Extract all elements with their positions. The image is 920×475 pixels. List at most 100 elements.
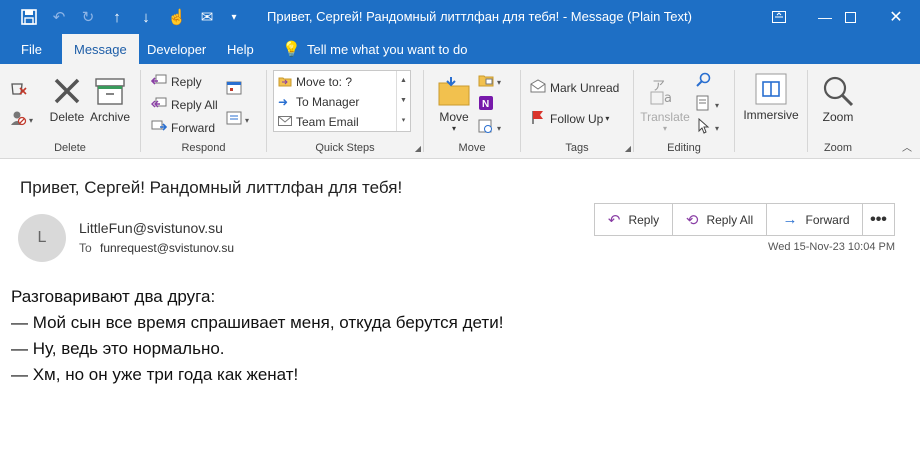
reply-all-button[interactable]: Reply All — [150, 96, 218, 113]
rules-icon[interactable]: ▾ — [478, 72, 504, 88]
sender-address[interactable]: LittleFun@svistunov.su — [79, 220, 223, 236]
recipient-address[interactable]: funrequest@svistunov.su — [100, 241, 234, 255]
tab-file[interactable]: File — [21, 34, 42, 64]
touch-mode-icon[interactable]: ☝ — [163, 0, 191, 34]
reply-all-arrow-icon: ⟲ — [685, 211, 699, 229]
junk-icon[interactable]: ▾ — [10, 110, 36, 126]
find-icon[interactable] — [696, 72, 712, 88]
translate-icon: アa — [650, 72, 680, 110]
mark-unread-button[interactable]: Mark Unread — [529, 79, 619, 96]
move-to-icon — [278, 75, 296, 90]
delete-group-label: Delete — [54, 142, 86, 154]
select-icon[interactable]: ▾ — [696, 118, 722, 134]
window-title: Привет, Сергей! Рандомный литтлфан для т… — [267, 9, 692, 24]
zoom-button[interactable]: Zoom — [816, 72, 860, 124]
quick-step-to-manager[interactable]: ➜ To Manager — [274, 92, 396, 112]
quick-step-move-to[interactable]: Move to: ? — [274, 72, 396, 92]
respond-group-label: Respond — [181, 142, 226, 154]
delete-button[interactable]: Delete — [49, 72, 85, 124]
immersive-reader-button[interactable]: Immersive — [741, 70, 801, 122]
zoom-group-label: Zoom — [823, 142, 853, 154]
chevron-down-icon: ▾ — [605, 114, 610, 123]
archive-button[interactable]: Archive — [89, 72, 131, 124]
editing-group-label: Editing — [667, 142, 701, 154]
quick-step-team-email[interactable]: Team Email — [274, 112, 396, 132]
meeting-reply-icon[interactable] — [226, 80, 244, 96]
immersive-reader-icon — [755, 70, 787, 108]
body-line: — Мой сын все время спрашивает меня, отк… — [11, 313, 504, 332]
tab-help[interactable]: Help — [227, 34, 254, 64]
down-arrow-icon[interactable]: ↓ — [132, 0, 160, 34]
forward-icon — [150, 119, 168, 136]
delete-group: ▾ Delete Archive Delete — [0, 66, 140, 157]
mark-unread-icon — [529, 79, 547, 96]
lightbulb-icon: 💡 — [282, 41, 301, 58]
ignore-icon[interactable] — [10, 80, 28, 96]
translate-button[interactable]: アa Translate ▾ — [640, 72, 690, 133]
chevron-down-icon: ▾ — [451, 124, 456, 133]
close-button[interactable]: ✕ — [873, 0, 919, 34]
up-arrow-icon[interactable]: ↑ — [103, 0, 131, 34]
forward-arrow-icon: → — [782, 211, 798, 228]
reply-all-action-button[interactable]: ⟲ Reply All — [673, 204, 767, 235]
reply-action-button[interactable]: ↶ Reply — [595, 204, 673, 235]
delete-icon — [51, 72, 83, 110]
svg-text:▾: ▾ — [245, 116, 249, 125]
tab-message[interactable]: Message — [62, 34, 139, 64]
customize-qat-icon[interactable]: ▾ — [220, 0, 248, 34]
gallery-expand-icon[interactable]: ▾ — [397, 111, 410, 131]
gallery-scrollbar[interactable]: ▲ ▼ ▾ — [396, 71, 410, 131]
reply-arrow-icon: ↶ — [607, 211, 621, 229]
forward-action-button[interactable]: → Forward — [767, 204, 865, 235]
immersive-label: Immersive — [743, 108, 799, 122]
archive-label: Archive — [89, 110, 130, 124]
reply-button[interactable]: Reply — [150, 73, 202, 90]
envelope-icon — [278, 115, 296, 129]
tab-developer[interactable]: Developer — [147, 34, 206, 64]
reply-all-action-label: Reply All — [706, 212, 754, 227]
reply-action-label: Reply — [628, 212, 660, 227]
zoom-group: Zoom Zoom — [808, 66, 868, 157]
related-icon[interactable]: ▾ — [696, 95, 722, 111]
message-body[interactable]: Разговаривают два друга: — Мой сын все в… — [11, 284, 503, 388]
scroll-up-icon[interactable]: ▲ — [397, 71, 410, 91]
archive-icon — [94, 72, 126, 110]
quick-steps-group: Move to: ? ➜ To Manager Team Email ▲ ▼ ▾… — [267, 66, 423, 157]
mark-unread-label: Mark Unread — [550, 80, 620, 95]
immersive-group: Immersive — [735, 66, 807, 157]
scroll-down-icon[interactable]: ▼ — [397, 91, 410, 111]
save-icon[interactable] — [15, 0, 43, 34]
actions-icon[interactable]: ▾ — [478, 118, 504, 134]
collapse-ribbon-icon[interactable]: ︿ — [902, 139, 912, 154]
more-actions-button[interactable]: ••• — [862, 203, 895, 236]
body-line: — Ну, ведь это нормально. — [11, 339, 225, 358]
dialog-launcher-icon[interactable]: ◢ — [415, 144, 421, 153]
svg-text:▾: ▾ — [29, 116, 33, 125]
reply-label: Reply — [171, 74, 202, 89]
onenote-icon[interactable]: N — [478, 95, 494, 111]
move-group-label: Move — [458, 142, 486, 154]
message-subject: Привет, Сергей! Рандомный литтлфан для т… — [20, 178, 403, 197]
ribbon-display-icon[interactable] — [756, 0, 802, 34]
forward-button[interactable]: Forward — [150, 119, 215, 136]
follow-up-button[interactable]: Follow Up ▾ — [529, 110, 609, 127]
quick-steps-gallery: Move to: ? ➜ To Manager Team Email ▲ ▼ ▾ — [273, 70, 411, 132]
dialog-launcher-icon[interactable]: ◢ — [625, 144, 631, 153]
move-group: Move ▾ ▾ N ▾ Move — [424, 66, 520, 157]
follow-up-label: Follow Up — [550, 111, 604, 126]
quick-step-label: Team Email — [296, 115, 359, 129]
maximize-button[interactable] — [827, 0, 873, 34]
delete-label: Delete — [49, 110, 85, 124]
redo-icon[interactable]: ↻ — [74, 0, 102, 34]
move-button[interactable]: Move ▾ — [436, 72, 472, 133]
undo-icon[interactable]: ↶ — [45, 0, 73, 34]
quick-steps-group-label: Quick Steps — [315, 142, 375, 154]
move-to-folder-icon[interactable]: ✉ — [193, 0, 221, 34]
body-line: — Хм, но он уже три года как женат! — [11, 365, 299, 384]
tell-me-search[interactable]: Tell me what you want to do — [307, 34, 467, 64]
reply-icon — [150, 73, 168, 90]
more-respond-icon[interactable]: ▾ — [226, 110, 252, 126]
zoom-label: Zoom — [822, 110, 854, 124]
avatar[interactable]: L — [18, 214, 66, 262]
respond-group: Reply Reply All Forward ▾ Respond — [141, 66, 266, 157]
